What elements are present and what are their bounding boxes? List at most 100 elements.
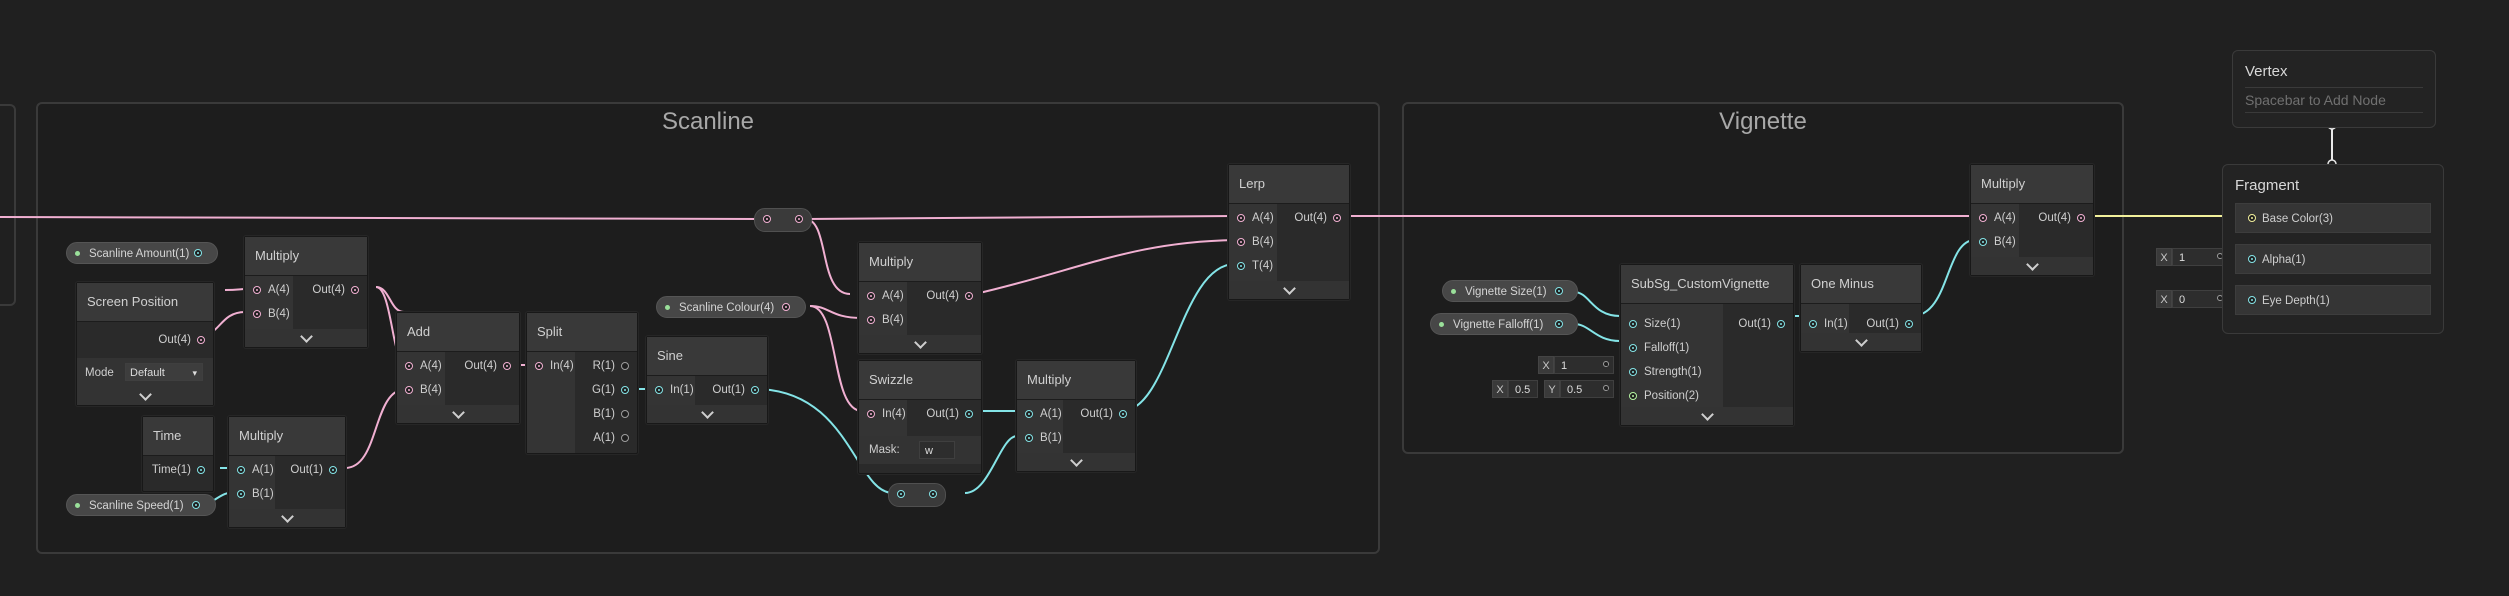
multiply-node[interactable]: Multiply A(4) B(4) Out(4) xyxy=(1970,164,2094,276)
chevron-down-icon[interactable] xyxy=(701,406,714,419)
output-port[interactable] xyxy=(621,410,629,418)
output-port[interactable] xyxy=(751,386,759,394)
mask-input[interactable]: w xyxy=(919,441,955,459)
input-port[interactable] xyxy=(1979,238,1987,246)
scanline-amount-property[interactable]: Scanline Amount(1) xyxy=(66,242,218,264)
input-port[interactable] xyxy=(655,386,663,394)
chevron-down-icon[interactable] xyxy=(914,336,927,349)
input-port[interactable] xyxy=(1629,392,1637,400)
chevron-down-icon[interactable] xyxy=(1283,282,1296,295)
mode-dropdown[interactable]: Default ▾ xyxy=(125,363,203,381)
input-port[interactable] xyxy=(237,466,245,474)
output-port[interactable] xyxy=(621,434,629,442)
output-port[interactable] xyxy=(1555,320,1563,328)
output-port[interactable] xyxy=(621,362,629,370)
output-port[interactable] xyxy=(197,466,205,474)
position-x-input[interactable]: 0.5 xyxy=(1508,380,1538,398)
fragment-context[interactable]: Fragment Base Color(3) Alpha(1) Eye Dept… xyxy=(2222,164,2444,334)
input-port[interactable] xyxy=(535,362,543,370)
port-label: Out(1) xyxy=(1080,408,1113,420)
output-port[interactable] xyxy=(965,292,973,300)
output-port[interactable] xyxy=(351,286,359,294)
vignette-size-property[interactable]: Vignette Size(1) xyxy=(1442,280,1578,302)
eye-depth-block[interactable]: Eye Depth(1) xyxy=(2235,285,2431,315)
add-node-hint[interactable]: Spacebar to Add Node xyxy=(2245,87,2423,113)
sine-node[interactable]: Sine In(1) Out(1) xyxy=(646,336,768,424)
input-port[interactable] xyxy=(1979,214,1987,222)
one-minus-node[interactable]: One Minus In(1) Out(1) xyxy=(1800,264,1922,352)
output-port[interactable] xyxy=(197,336,205,344)
input-port[interactable] xyxy=(897,490,905,498)
reroute-node[interactable] xyxy=(888,483,946,507)
custom-vignette-subgraph-node[interactable]: SubSg_CustomVignette Size(1) Falloff(1) … xyxy=(1620,264,1794,426)
input-port[interactable] xyxy=(2248,255,2256,263)
split-node[interactable]: Split In(4) R(1) G(1) B(1) A(1) xyxy=(526,312,638,454)
port-label: A(4) xyxy=(420,360,442,372)
output-port[interactable] xyxy=(329,466,337,474)
input-port[interactable] xyxy=(405,362,413,370)
output-port[interactable] xyxy=(192,501,200,509)
position-y-input[interactable]: 0.5 xyxy=(1560,380,1614,398)
input-port[interactable] xyxy=(1629,368,1637,376)
input-port[interactable] xyxy=(237,490,245,498)
add-node[interactable]: Add A(4) B(4) Out(4) xyxy=(396,312,520,424)
input-port[interactable] xyxy=(1809,320,1817,328)
chevron-down-icon[interactable] xyxy=(1701,408,1714,421)
output-port[interactable] xyxy=(929,490,937,498)
input-port[interactable] xyxy=(1629,320,1637,328)
output-port[interactable] xyxy=(795,215,803,223)
multiply-node[interactable]: Multiply A(1) B(1) Out(1) xyxy=(1016,360,1136,472)
input-port[interactable] xyxy=(2248,214,2256,222)
multiply-node[interactable]: Multiply A(1) B(1) Out(1) xyxy=(228,416,346,528)
time-node[interactable]: Time Time(1) xyxy=(142,416,214,492)
alpha-block[interactable]: Alpha(1) xyxy=(2235,244,2431,274)
input-port[interactable] xyxy=(2248,296,2256,304)
output-port[interactable] xyxy=(1777,320,1785,328)
vertex-context[interactable]: Vertex Spacebar to Add Node xyxy=(2232,50,2436,128)
multiply-node[interactable]: Multiply A(4) B(4) Out(4) xyxy=(858,242,982,354)
input-port[interactable] xyxy=(1237,214,1245,222)
output-port[interactable] xyxy=(2077,214,2085,222)
screen-position-node[interactable]: Screen Position Out(4) Mode Default ▾ xyxy=(76,282,214,406)
chevron-down-icon[interactable] xyxy=(1855,334,1868,347)
lerp-node[interactable]: Lerp A(4) B(4) T(4) Out(4) xyxy=(1228,164,1350,300)
input-port[interactable] xyxy=(867,292,875,300)
input-port[interactable] xyxy=(867,316,875,324)
chevron-down-icon[interactable] xyxy=(300,330,313,343)
input-port[interactable] xyxy=(1025,410,1033,418)
mode-label: Mode xyxy=(85,367,114,379)
chevron-down-icon[interactable] xyxy=(281,510,294,523)
output-port[interactable] xyxy=(782,303,790,311)
scanline-colour-property[interactable]: Scanline Colour(4) xyxy=(656,296,806,318)
scanline-speed-property[interactable]: Scanline Speed(1) xyxy=(66,494,216,516)
output-port[interactable] xyxy=(1555,287,1563,295)
chevron-down-icon[interactable] xyxy=(452,406,465,419)
output-port[interactable] xyxy=(1905,320,1913,328)
alpha-x-input[interactable]: 1 xyxy=(2172,248,2228,266)
input-port[interactable] xyxy=(253,310,261,318)
chevron-down-icon[interactable] xyxy=(1070,454,1083,467)
input-port[interactable] xyxy=(1025,434,1033,442)
swizzle-node[interactable]: Swizzle In(4) Out(1) Mask: w xyxy=(858,360,982,474)
multiply-node[interactable]: Multiply A(4) B(4) Out(4) xyxy=(244,236,368,348)
base-color-block[interactable]: Base Color(3) xyxy=(2235,203,2431,233)
vignette-falloff-property[interactable]: Vignette Falloff(1) xyxy=(1430,313,1578,335)
output-port[interactable] xyxy=(965,410,973,418)
input-port[interactable] xyxy=(1237,238,1245,246)
input-port[interactable] xyxy=(405,386,413,394)
input-port[interactable] xyxy=(1629,344,1637,352)
chevron-down-icon[interactable] xyxy=(2026,258,2039,271)
input-port[interactable] xyxy=(253,286,261,294)
output-port[interactable] xyxy=(194,249,202,257)
output-port[interactable] xyxy=(621,386,629,394)
chevron-down-icon[interactable] xyxy=(139,388,152,401)
output-port[interactable] xyxy=(1119,410,1127,418)
input-port[interactable] xyxy=(867,410,875,418)
input-port[interactable] xyxy=(763,215,771,223)
eye-depth-x-input[interactable]: 0 xyxy=(2172,290,2228,308)
output-port[interactable] xyxy=(503,362,511,370)
strength-x-input[interactable]: 1 xyxy=(1554,356,1614,374)
input-port[interactable] xyxy=(1237,262,1245,270)
output-port[interactable] xyxy=(1333,214,1341,222)
reroute-node[interactable] xyxy=(754,208,812,232)
